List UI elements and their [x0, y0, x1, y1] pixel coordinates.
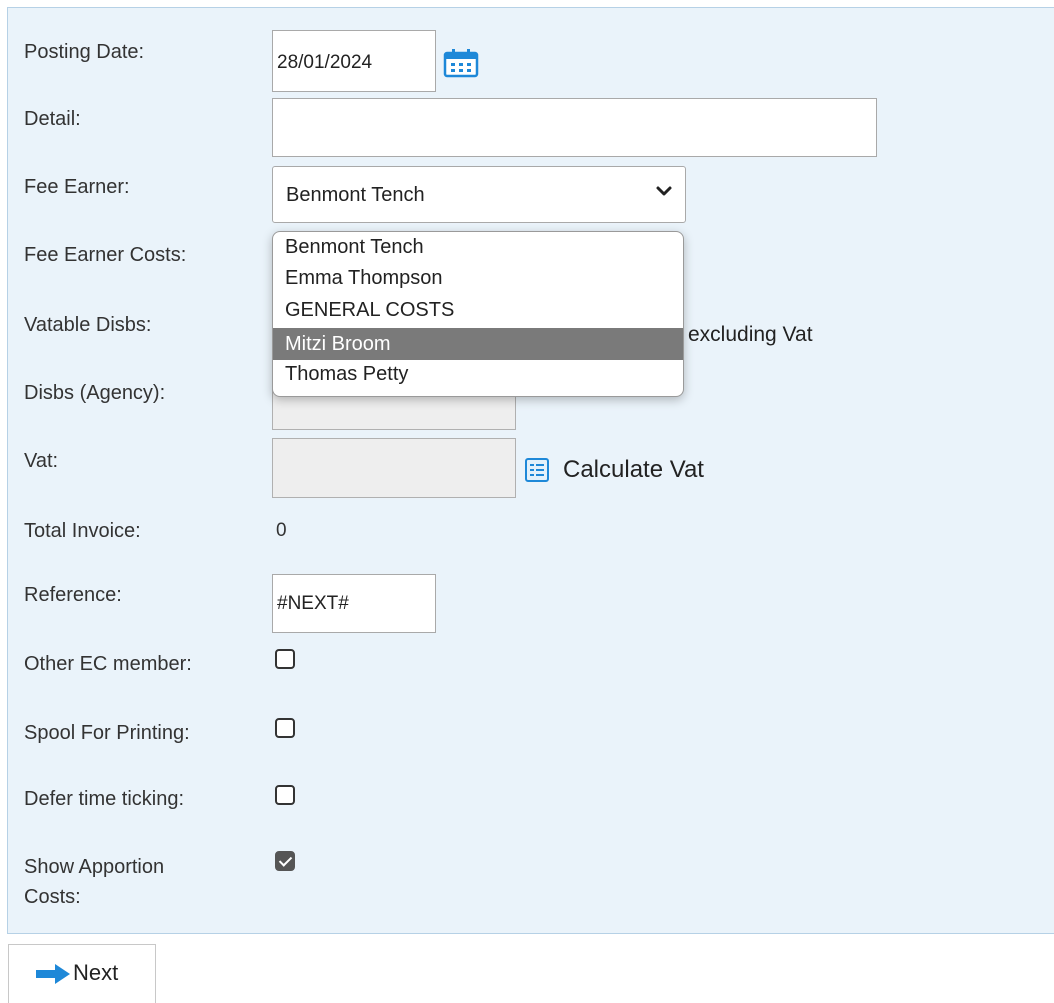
fee-earner-label: Fee Earner:: [24, 176, 130, 198]
calculate-vat-label: Calculate Vat: [563, 456, 704, 483]
reference-label: Reference:: [24, 584, 122, 606]
vat-input[interactable]: [272, 438, 516, 498]
other-ec-member-label: Other EC member:: [24, 653, 192, 675]
other-ec-member-checkbox[interactable]: [275, 649, 295, 669]
fee-earner-option[interactable]: Emma Thompson: [273, 262, 683, 295]
vat-label: Vat:: [24, 450, 59, 472]
spool-for-printing-checkbox[interactable]: [275, 718, 295, 738]
chevron-down-icon: [655, 182, 673, 206]
next-button-label: Next: [73, 960, 119, 985]
vatable-disbs-note: excluding Vat: [688, 323, 813, 346]
calculator-icon: [525, 458, 549, 487]
vatable-disbs-label: Vatable Disbs:: [24, 314, 152, 336]
spool-for-printing-label: Spool For Printing:: [24, 722, 190, 744]
fee-earner-costs-label: Fee Earner Costs:: [24, 244, 187, 266]
next-button[interactable]: Next: [8, 944, 156, 1003]
disbs-agency-label: Disbs (Agency):: [24, 382, 166, 404]
total-invoice-label: Total Invoice:: [24, 520, 141, 542]
fee-earner-selected-value: Benmont Tench: [286, 184, 425, 206]
fee-earner-option[interactable]: Benmont Tench: [273, 232, 683, 262]
show-apportion-costs-label-line1: Show Apportion: [24, 856, 165, 878]
fee-earner-select[interactable]: Benmont Tench: [272, 166, 686, 223]
reference-input[interactable]: [272, 574, 436, 633]
posting-date-label: Posting Date:: [24, 41, 145, 63]
total-invoice-value: 0: [276, 520, 287, 541]
posting-date-input[interactable]: [272, 30, 436, 92]
fee-earner-dropdown-list[interactable]: Benmont Tench Emma Thompson GENERAL COST…: [272, 231, 684, 397]
show-apportion-costs-label-line2: Costs:: [24, 886, 81, 908]
calendar-icon[interactable]: [443, 48, 479, 78]
detail-input[interactable]: [272, 98, 877, 157]
arrow-right-icon: [35, 963, 71, 990]
defer-time-ticking-checkbox[interactable]: [275, 785, 295, 805]
defer-time-ticking-label: Defer time ticking:: [24, 788, 185, 810]
show-apportion-costs-label: Show Apportion Costs:: [24, 855, 164, 909]
show-apportion-costs-checkbox[interactable]: [275, 851, 295, 871]
fee-earner-option-highlighted[interactable]: Mitzi Broom: [273, 328, 683, 360]
fee-earner-option[interactable]: GENERAL COSTS: [273, 295, 683, 328]
detail-label: Detail:: [24, 108, 81, 130]
fee-earner-option[interactable]: Thomas Petty: [273, 360, 683, 390]
